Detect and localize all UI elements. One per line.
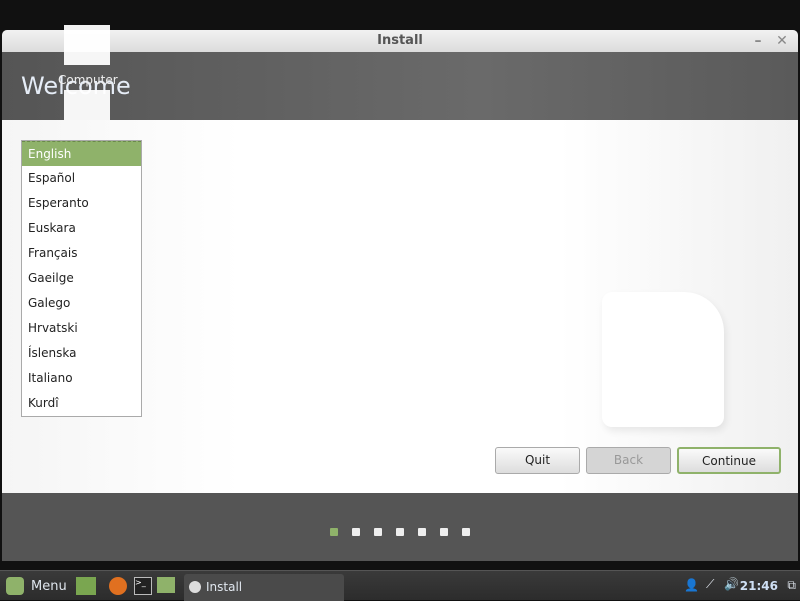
minimize-icon[interactable]: – bbox=[748, 30, 768, 52]
continue-button[interactable]: Continue bbox=[677, 447, 781, 474]
progress-dot bbox=[462, 528, 470, 536]
language-item[interactable]: Esperanto bbox=[22, 191, 141, 216]
quit-button[interactable]: Quit bbox=[495, 447, 580, 474]
show-desktop-icon[interactable] bbox=[76, 577, 96, 595]
language-item[interactable]: Hrvatski bbox=[22, 316, 141, 341]
language-item[interactable]: English bbox=[22, 141, 141, 166]
progress-dot bbox=[440, 528, 448, 536]
close-icon[interactable]: ✕ bbox=[772, 30, 792, 52]
mint-menu-icon[interactable] bbox=[6, 577, 24, 595]
progress-dots bbox=[330, 528, 470, 536]
language-item[interactable]: Íslenska bbox=[22, 341, 141, 366]
language-item[interactable]: Español bbox=[22, 166, 141, 191]
language-list[interactable]: English Español Esperanto Euskara Français Ga… bbox=[21, 140, 142, 417]
volume-icon[interactable]: 🔊 bbox=[724, 577, 739, 591]
content-area: English Español Esperanto Euskara Français Ga… bbox=[2, 120, 798, 493]
taskbar-task-install[interactable]: Install bbox=[184, 574, 344, 601]
language-item[interactable]: Gaeilge bbox=[22, 266, 141, 291]
language-item[interactable]: Italiano bbox=[22, 366, 141, 391]
progress-dot bbox=[330, 528, 338, 536]
home-folder-desktop-icon[interactable] bbox=[64, 90, 110, 120]
progress-dot bbox=[374, 528, 382, 536]
language-item[interactable]: Galego bbox=[22, 291, 141, 316]
progress-dot bbox=[396, 528, 404, 536]
header: Welcome bbox=[2, 52, 798, 120]
mint-logo-watermark bbox=[602, 292, 724, 427]
task-label: Install bbox=[206, 580, 243, 594]
disc-icon bbox=[189, 581, 201, 593]
files-icon[interactable] bbox=[157, 577, 175, 593]
workspace-switcher-icon[interactable]: ⧉ bbox=[787, 578, 796, 593]
clock[interactable]: 21:46 bbox=[740, 579, 778, 593]
window-title: Install bbox=[377, 33, 423, 48]
network-icon[interactable]: ⟋ bbox=[706, 577, 714, 592]
menu-button[interactable]: Menu bbox=[31, 579, 67, 594]
firefox-icon[interactable] bbox=[109, 577, 127, 595]
computer-desktop-icon[interactable] bbox=[64, 25, 110, 65]
progress-dot bbox=[418, 528, 426, 536]
language-item[interactable]: Français bbox=[22, 241, 141, 266]
footer bbox=[2, 493, 798, 561]
back-button[interactable]: Back bbox=[586, 447, 671, 474]
titlebar[interactable]: Install – ✕ bbox=[2, 30, 798, 52]
taskbar: Menu >_ Install 👤 ⟋ 🔊 21:46 ⧉ bbox=[0, 570, 800, 601]
terminal-icon[interactable]: >_ bbox=[134, 577, 152, 595]
computer-desktop-label[interactable]: Computer bbox=[58, 73, 118, 87]
language-item[interactable]: Kurdî bbox=[22, 391, 141, 416]
install-window: Install – ✕ Welcome English Español Espera… bbox=[2, 30, 798, 561]
progress-dot bbox=[352, 528, 360, 536]
user-icon[interactable]: 👤 bbox=[684, 578, 699, 592]
language-item[interactable]: Euskara bbox=[22, 216, 141, 241]
